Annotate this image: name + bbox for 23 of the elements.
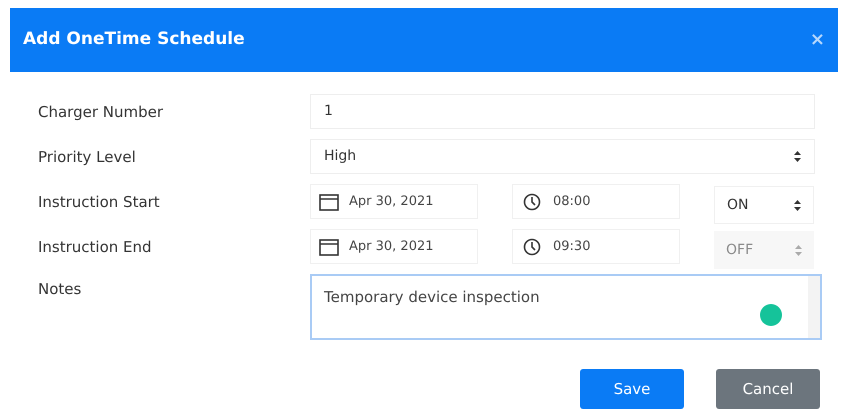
field-label: Priority Level — [37, 147, 137, 168]
clock-icon — [523, 192, 541, 210]
field-label: Notes — [37, 279, 82, 300]
toggle-select[interactable]: ON — [714, 186, 814, 224]
time-input[interactable]: 08:00 — [512, 184, 680, 219]
save-button[interactable]: Save — [580, 369, 684, 409]
field-label: Charger Number — [37, 102, 164, 123]
text-input[interactable]: 1 — [310, 94, 815, 129]
cancel-button[interactable]: Cancel — [716, 369, 820, 409]
grammar-assistant-icon[interactable] — [760, 304, 782, 326]
notes-textarea[interactable]: Temporary device inspection — [310, 274, 822, 340]
sort-arrows-icon — [794, 151, 801, 162]
dialog-title: Add OneTime Schedule — [23, 28, 245, 52]
select-dropdown[interactable]: High — [310, 139, 815, 174]
field-label: Instruction End — [37, 237, 153, 258]
calendar-icon — [319, 238, 339, 256]
sort-arrows-icon — [795, 244, 802, 256]
scrollbar[interactable] — [808, 276, 820, 338]
clock-icon — [523, 238, 541, 256]
sort-arrows-icon — [794, 200, 801, 210]
calendar-icon — [319, 192, 339, 210]
field-label: Instruction Start — [37, 192, 161, 213]
date-input[interactable]: Apr 30, 2021 — [310, 184, 478, 219]
